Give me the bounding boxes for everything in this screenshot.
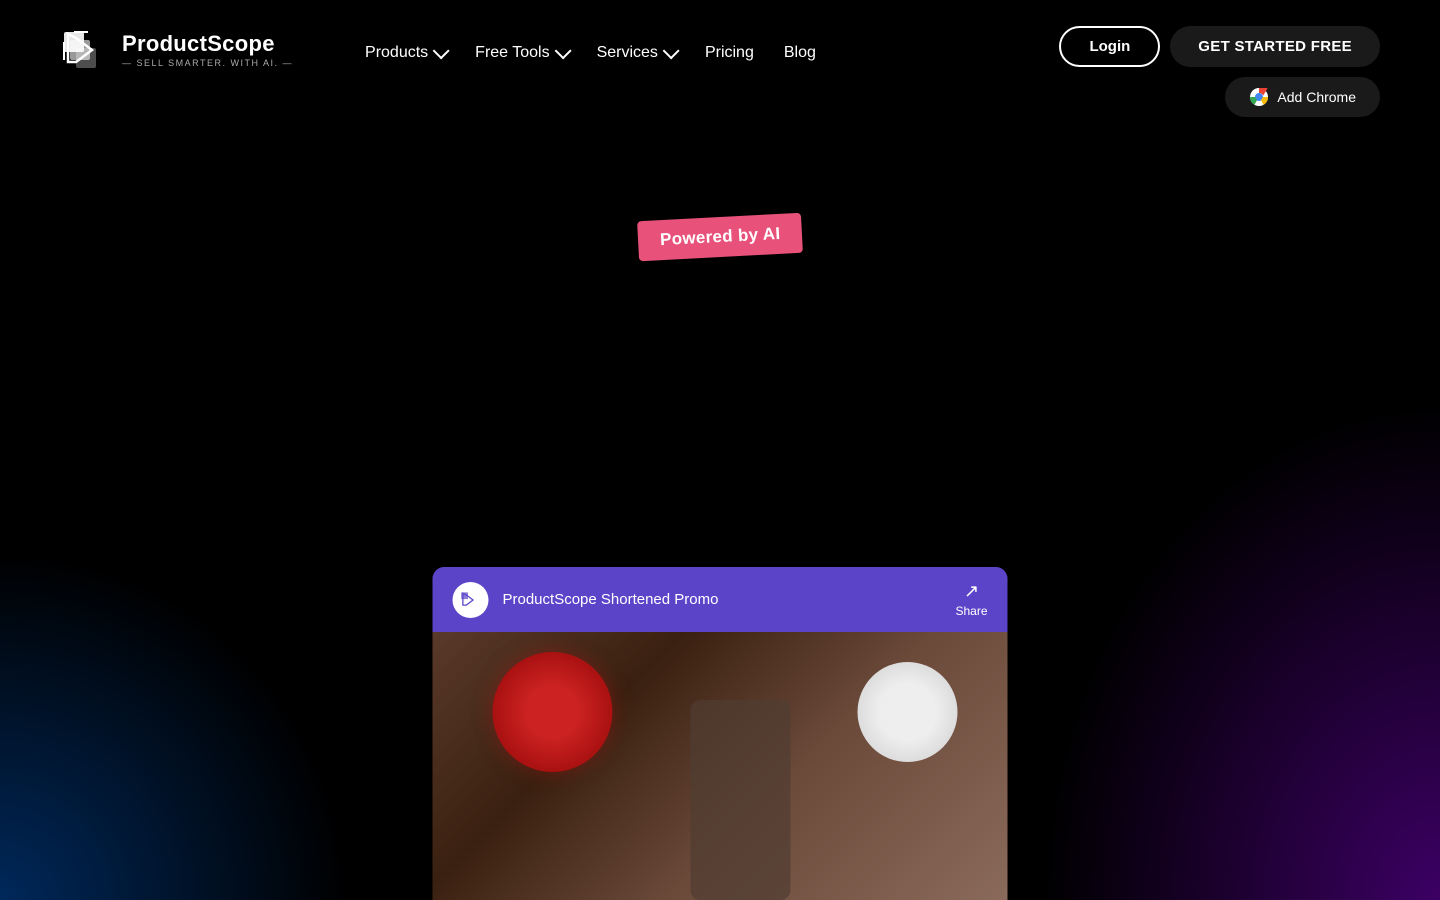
powered-by-ai-badge: Powered by AI <box>637 213 803 262</box>
video-share-button[interactable]: ↗ Share <box>955 581 987 618</box>
nav-products-label: Products <box>365 44 428 62</box>
video-section: ProductScope Shortened Promo ↗ Share <box>433 567 1008 900</box>
channel-logo-icon <box>460 589 482 611</box>
brand-name: ProductScope <box>122 32 293 56</box>
chrome-icon <box>1249 87 1269 107</box>
nav-free-tools-label: Free Tools <box>475 44 549 62</box>
video-channel-icon <box>453 582 489 618</box>
navbar: ProductScope — SELL SMARTER. WITH AI. — … <box>0 0 1440 117</box>
bg-glow-right <box>1040 400 1440 900</box>
nav-services-label: Services <box>597 44 658 62</box>
bg-glow-left <box>0 550 350 900</box>
share-icon: ↗ <box>964 581 979 602</box>
free-tools-chevron-icon <box>554 42 571 59</box>
flower-right <box>858 662 958 762</box>
share-label: Share <box>955 604 987 618</box>
nav-actions-row1: Login GET STARTED FREE <box>1059 26 1380 67</box>
add-chrome-button[interactable]: Add Chrome <box>1225 77 1380 117</box>
person-silhouette <box>690 700 790 900</box>
logo-text: ProductScope — SELL SMARTER. WITH AI. — <box>122 32 293 68</box>
add-chrome-label: Add Chrome <box>1277 89 1356 105</box>
nav-item-products[interactable]: Products <box>353 38 457 68</box>
video-title: ProductScope Shortened Promo <box>503 591 719 608</box>
get-started-button[interactable]: GET STARTED FREE <box>1170 26 1380 67</box>
main-content: Powered by AI <box>0 117 1440 257</box>
video-header: ProductScope Shortened Promo ↗ Share <box>433 567 1008 632</box>
nav-item-services[interactable]: Services <box>585 38 687 68</box>
products-chevron-icon <box>433 42 450 59</box>
nav-blog-label: Blog <box>784 44 816 62</box>
nav-pricing-label: Pricing <box>705 44 754 62</box>
video-thumbnail[interactable] <box>433 632 1008 900</box>
nav-item-free-tools[interactable]: Free Tools <box>463 38 578 68</box>
flower-left <box>493 652 613 772</box>
logo[interactable]: ProductScope — SELL SMARTER. WITH AI. — <box>60 24 293 76</box>
logo-icon <box>60 24 112 76</box>
video-header-left: ProductScope Shortened Promo <box>453 582 719 618</box>
login-button[interactable]: Login <box>1059 26 1160 67</box>
services-chevron-icon <box>663 42 680 59</box>
video-container: ProductScope Shortened Promo ↗ Share <box>433 567 1008 900</box>
nav-item-pricing[interactable]: Pricing <box>693 38 766 68</box>
video-thumbnail-inner <box>433 632 1008 900</box>
nav-item-blog[interactable]: Blog <box>772 38 828 68</box>
nav-links: Products Free Tools Services Pricing Blo… <box>353 18 1059 68</box>
nav-actions: Login GET STARTED FREE Add Chrome <box>1059 18 1380 117</box>
brand-tagline: — SELL SMARTER. WITH AI. — <box>122 58 293 68</box>
